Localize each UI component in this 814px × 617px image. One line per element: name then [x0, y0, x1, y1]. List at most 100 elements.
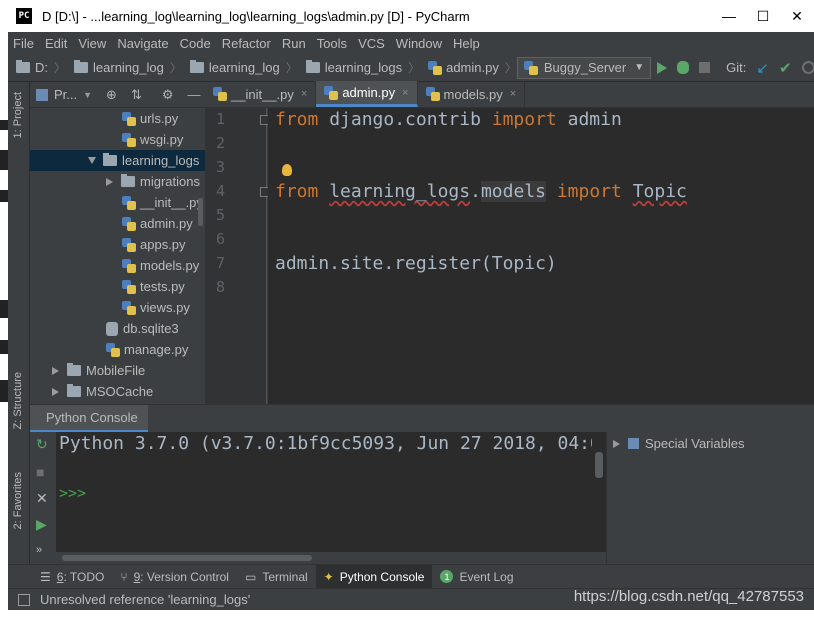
tree-item-label: admin.py	[140, 216, 193, 231]
breadcrumb-learning-log[interactable]: learning_log 〉	[66, 59, 182, 76]
list-icon: ☰	[40, 569, 51, 584]
expand-arrow-icon[interactable]	[88, 157, 96, 164]
tool-label: Event Log	[459, 569, 514, 584]
tree-item-urls-py[interactable]: urls.py	[30, 108, 205, 129]
run-icon[interactable]: ▶	[36, 516, 47, 533]
favorites-tool-tab[interactable]: 2: Favorites	[12, 472, 24, 529]
breadcrumb-label: learning_log	[208, 60, 280, 75]
tree-item-models-py[interactable]: models.py	[30, 255, 205, 276]
tab-models-py[interactable]: models.py ×	[418, 81, 526, 107]
python-file-icon	[122, 132, 136, 147]
breadcrumb-learning-log-inner[interactable]: learning_log 〉	[182, 59, 298, 76]
structure-tool-tab[interactable]: Z: Structure	[12, 372, 24, 429]
console-prompt[interactable]: >>>	[59, 484, 86, 502]
collapse-arrow-icon[interactable]	[106, 177, 113, 186]
menu-file[interactable]: File	[8, 36, 40, 51]
tab-admin-py[interactable]: admin.py ×	[316, 81, 418, 107]
tree-item-wsgi-py[interactable]: wsgi.py	[30, 129, 205, 150]
close-tab-icon[interactable]: ×	[301, 88, 307, 100]
tree-item-learning-logs[interactable]: learning_logs	[30, 150, 205, 171]
tree-item-migrations[interactable]: migrations	[30, 171, 205, 192]
run-configuration-select[interactable]: Buggy_Server ▼	[516, 56, 652, 79]
tool-todo[interactable]: ☰ 6: TODO	[32, 565, 112, 589]
console-toolbar: ↻ ■ ✕ ▶ »	[30, 432, 56, 564]
git-label: Git:	[726, 60, 747, 75]
menu-run[interactable]: Run	[277, 36, 312, 51]
tree-item-tests-py[interactable]: tests.py	[30, 276, 205, 297]
console-vertical-scrollbar[interactable]	[592, 432, 606, 552]
tree-item-apps-py[interactable]: apps.py	[30, 234, 205, 255]
keyword-import: import	[556, 181, 622, 202]
more-icon[interactable]: »	[36, 544, 42, 556]
python-file-icon	[523, 60, 538, 75]
git-commit-icon[interactable]: ✔	[779, 59, 792, 77]
special-variables-node[interactable]: Special Variables	[613, 436, 744, 451]
tree-scrollbar[interactable]	[198, 198, 203, 226]
git-history-icon[interactable]	[801, 61, 814, 74]
stop-icon[interactable]: ■	[36, 464, 44, 480]
tool-event-log[interactable]: 1 Event Log	[432, 565, 521, 589]
menu-bar: File Edit View Navigate Code Refactor Ru…	[8, 32, 814, 54]
menu-edit[interactable]: Edit	[40, 36, 73, 51]
project-panel-header: Pr... ▼ ⊕ ⇅ ⚙ —	[30, 82, 205, 108]
menu-vcs[interactable]: VCS	[353, 36, 391, 51]
locate-icon[interactable]: ⊕	[106, 87, 117, 103]
tree-item-mobilefile[interactable]: MobileFile	[30, 360, 205, 381]
maximize-button[interactable]: ☐	[746, 0, 780, 32]
navigation-bar: D: 〉 learning_log 〉 learning_log 〉 learning…	[8, 54, 814, 82]
collapse-arrow-icon[interactable]	[613, 439, 620, 448]
menu-window[interactable]: Window	[391, 36, 448, 51]
project-view-select[interactable]: Pr...	[54, 87, 77, 102]
menu-help[interactable]: Help	[448, 36, 486, 51]
toggle-tool-windows-icon[interactable]	[18, 593, 30, 606]
menu-view[interactable]: View	[73, 36, 112, 51]
tree-item-label: apps.py	[140, 237, 186, 252]
tree-item-admin-py[interactable]: admin.py	[30, 213, 205, 234]
variables-icon	[628, 438, 639, 449]
rerun-icon[interactable]: ↻	[36, 436, 48, 453]
debug-icon[interactable]	[677, 61, 690, 74]
gear-icon[interactable]: ⚙	[162, 87, 174, 103]
breadcrumb-admin-py[interactable]: admin.py 〉	[420, 59, 517, 76]
close-icon[interactable]: ✕	[36, 490, 48, 507]
minimize-button[interactable]: —	[712, 0, 746, 32]
tool-python-console[interactable]: ✦ Python Console	[315, 564, 433, 589]
console-output[interactable]: Python 3.7.0 (v3.7.0:1bf9cc5093, Jun 27 …	[56, 432, 592, 564]
menu-code[interactable]: Code	[175, 36, 217, 51]
tree-item-db-sqlite3[interactable]: db.sqlite3	[30, 318, 205, 339]
run-icon[interactable]	[657, 61, 668, 74]
git-update-icon[interactable]: ↙	[756, 59, 769, 77]
tree-item-msocache[interactable]: MSOCache	[30, 381, 205, 402]
tab-init-py[interactable]: __init__.py ×	[205, 81, 317, 107]
lightbulb-icon[interactable]	[282, 164, 292, 176]
menu-refactor[interactable]: Refactor	[217, 36, 277, 51]
tab-python-console[interactable]: Python Console	[30, 405, 148, 433]
tool-version-control[interactable]: ⑂ 9: Version Control	[112, 565, 237, 589]
close-button[interactable]: ✕	[780, 0, 814, 32]
tree-item-views-py[interactable]: views.py	[30, 297, 205, 318]
tree-item-init-py[interactable]: __init__.py	[30, 192, 205, 213]
python-file-icon	[122, 195, 136, 210]
project-tool-tab[interactable]: 1: Project	[12, 92, 24, 138]
console-horizontal-scrollbar[interactable]	[56, 552, 606, 564]
desktop-edge-bottom	[0, 610, 814, 617]
close-tab-icon[interactable]: ×	[402, 87, 408, 99]
collapse-arrow-icon[interactable]	[52, 387, 59, 396]
collapse-all-icon[interactable]: ⇅	[131, 87, 142, 103]
tool-terminal[interactable]: ▭ Terminal	[237, 565, 316, 589]
stop-icon[interactable]	[699, 62, 711, 73]
code-editor[interactable]: from django.contrib import admin from le…	[268, 108, 814, 404]
breadcrumb-drive[interactable]: D: 〉	[8, 59, 66, 76]
breadcrumb-label: admin.py	[446, 60, 499, 75]
menu-tools[interactable]: Tools	[312, 36, 353, 51]
close-tab-icon[interactable]: ×	[510, 88, 516, 100]
breadcrumb-learning-logs[interactable]: learning_logs 〉	[298, 59, 420, 76]
menu-navigate[interactable]: Navigate	[112, 36, 174, 51]
collapse-arrow-icon[interactable]	[52, 366, 59, 375]
python-file-icon	[428, 60, 443, 75]
code-line-4: from learning_logs.models import Topic	[275, 181, 687, 202]
breadcrumb-label: learning_log	[93, 60, 164, 75]
tree-item-manage-py[interactable]: manage.py	[30, 339, 205, 360]
hide-panel-icon[interactable]: —	[188, 87, 201, 102]
module-name: django.contrib	[318, 109, 492, 130]
